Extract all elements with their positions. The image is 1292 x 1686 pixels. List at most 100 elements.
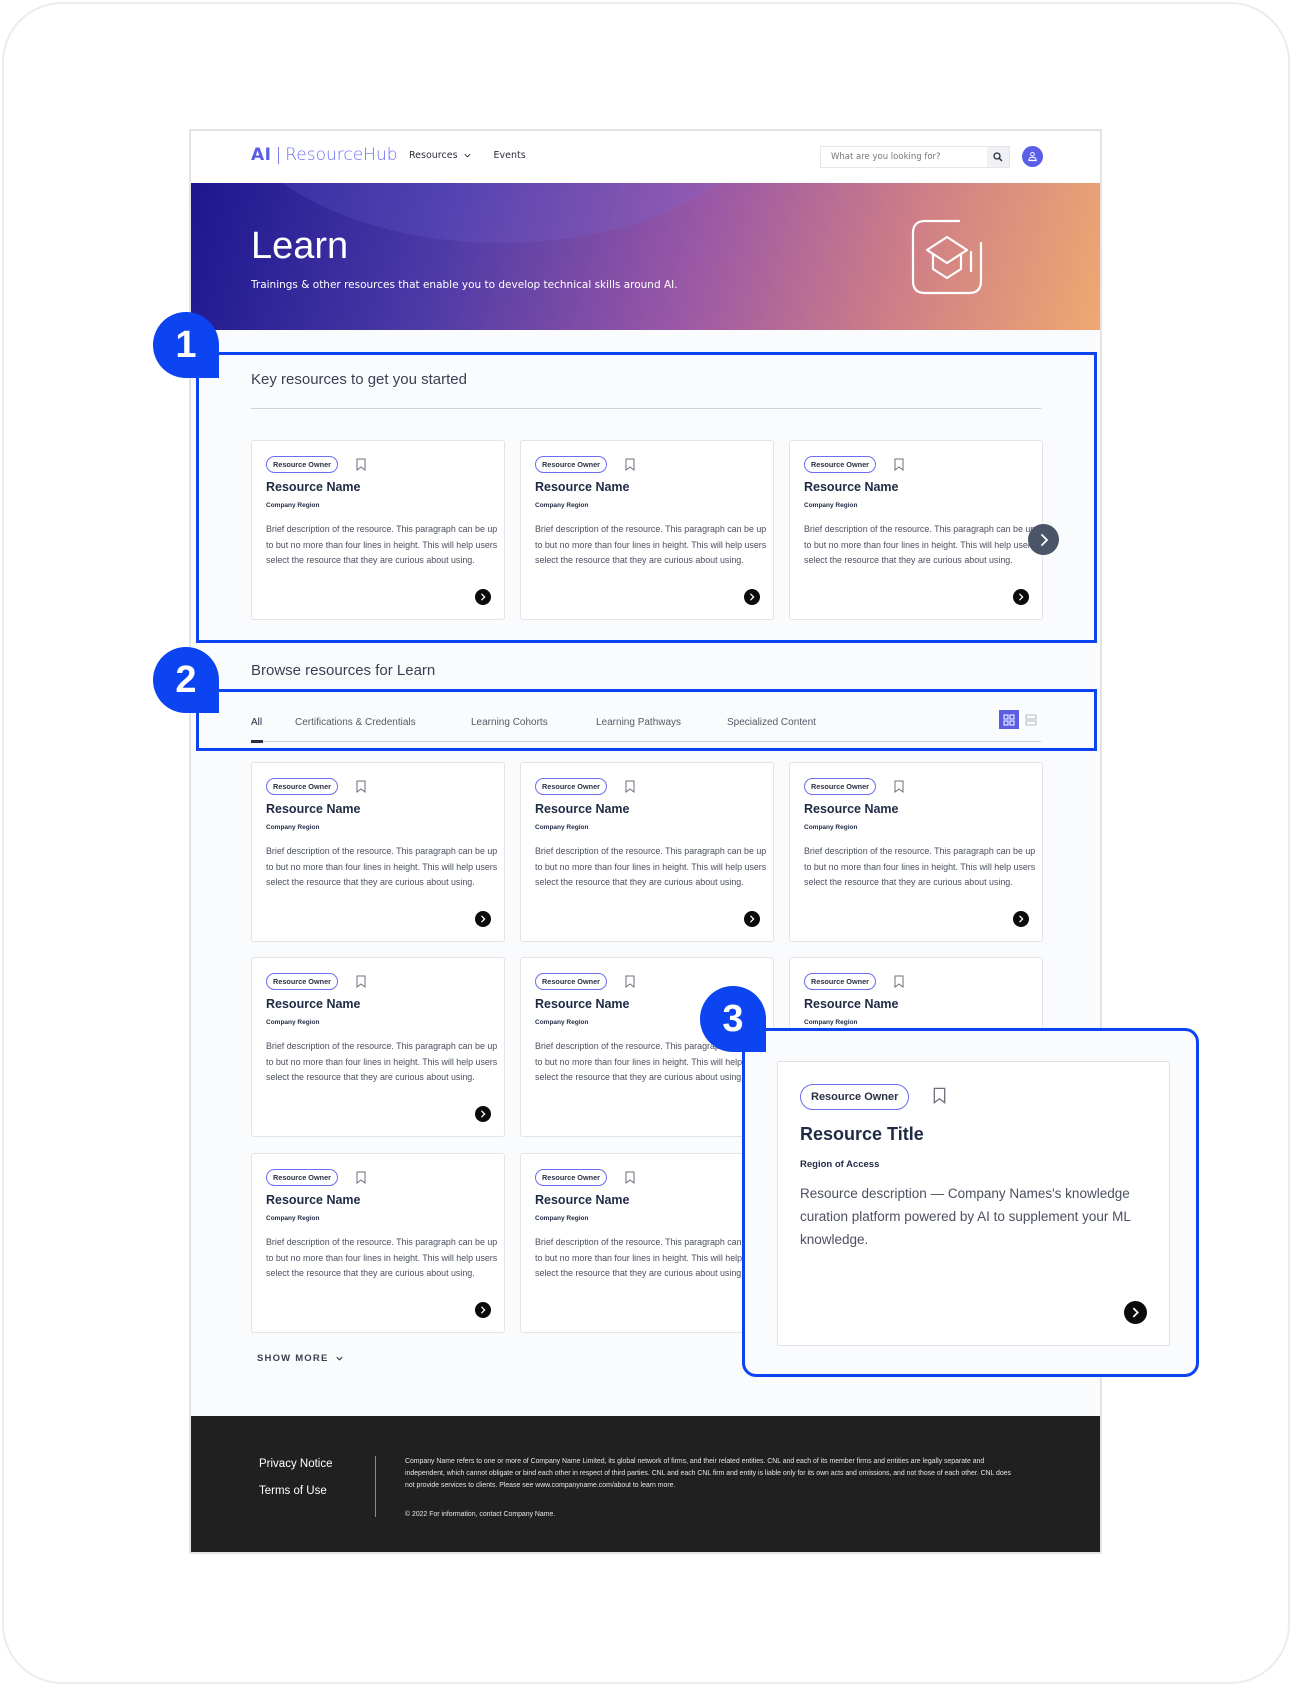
resource-owner-tag[interactable]: Resource Owner (535, 1169, 607, 1186)
footer: Privacy Notice Terms of Use Company Name… (191, 1416, 1100, 1552)
resource-owner-tag[interactable]: Resource Owner (266, 1169, 338, 1186)
resource-card[interactable]: Resource Owner Resource Name Company Regio… (520, 1153, 774, 1333)
annotation-badge-2: 2 (153, 647, 219, 713)
logo[interactable]: AI | ResourceHub (251, 145, 398, 165)
resource-name: Resource Name (266, 1193, 361, 1207)
resource-description: Brief description of the resource. This … (535, 1237, 767, 1278)
resource-description: Brief description of the resource. This … (804, 846, 1036, 887)
resource-owner-tag[interactable]: Resource Owner (535, 973, 607, 990)
open-resource-button[interactable] (744, 911, 760, 927)
open-resource-button[interactable] (475, 1302, 491, 1318)
footer-legal-text: Company Name refers to one or more of Co… (405, 1458, 1011, 1489)
open-resource-button[interactable] (1013, 911, 1029, 927)
terms-of-use-link[interactable]: Terms of Use (259, 1485, 333, 1497)
resource-name: Resource Name (535, 802, 630, 816)
chevron-right-icon (750, 915, 755, 923)
open-resource-button[interactable] (475, 911, 491, 927)
resource-owner-tag[interactable]: Resource Owner (800, 1084, 910, 1110)
resource-card[interactable]: Resource Owner Resource Name Company Regio… (251, 957, 505, 1137)
main-nav: Resources Events (409, 150, 526, 161)
search-button[interactable] (987, 147, 1009, 167)
resource-region: Company Region (266, 1019, 320, 1026)
search-input[interactable] (821, 152, 987, 162)
chevron-right-icon (481, 1306, 486, 1314)
chevron-down-icon (335, 1356, 343, 1361)
privacy-notice-link[interactable]: Privacy Notice (259, 1458, 333, 1470)
footer-copyright: © 2022 For information, contact Company … (405, 1511, 556, 1518)
resource-owner-tag[interactable]: Resource Owner (804, 778, 876, 795)
search-icon (993, 152, 1003, 162)
chevron-right-icon (1132, 1307, 1139, 1318)
resource-name: Resource Name (266, 802, 361, 816)
annotation-badge-3: 3 (700, 986, 766, 1052)
annotation-badge-1: 1 (153, 312, 219, 378)
top-header: AI | ResourceHub Resources Events (191, 131, 1100, 183)
nav-events-label: Events (493, 150, 526, 161)
resource-name: Resource Name (804, 997, 899, 1011)
resource-card[interactable]: Resource Owner Resource Name Company Regio… (789, 762, 1043, 942)
resource-name: Resource Name (535, 1193, 630, 1207)
bookmark-icon[interactable] (933, 1087, 946, 1104)
user-icon (1028, 152, 1037, 162)
hero-banner: Learn Trainings & other resources that e… (191, 183, 1100, 330)
bookmark-icon[interactable] (356, 780, 366, 793)
logo-name: ResourceHub (285, 145, 398, 165)
show-more-button[interactable]: SHOW MORE (257, 1353, 344, 1364)
resource-card[interactable]: Resource Owner Resource Name Company Regio… (251, 762, 505, 942)
bookmark-icon[interactable] (356, 1171, 366, 1184)
resource-region: Company Region (535, 824, 589, 831)
search-bar (820, 146, 1010, 168)
resource-owner-tag[interactable]: Resource Owner (266, 973, 338, 990)
browse-title: Browse resources for Learn (251, 662, 436, 679)
page-subtitle: Trainings & other resources that enable … (251, 279, 678, 291)
chevron-right-icon (1019, 915, 1024, 923)
nav-resources[interactable]: Resources (409, 150, 472, 161)
bookmark-icon[interactable] (894, 975, 904, 988)
resource-card[interactable]: Resource Owner Resource Name Company Regio… (251, 1153, 505, 1333)
resource-region: Company Region (266, 1215, 320, 1222)
resource-description: Brief description of the resource. This … (535, 846, 767, 887)
user-avatar[interactable] (1022, 146, 1043, 167)
resource-region: Company Region (804, 1019, 858, 1026)
resource-owner-tag[interactable]: Resource Owner (804, 973, 876, 990)
nav-resources-label: Resources (409, 150, 458, 161)
footer-divider (375, 1456, 376, 1517)
logo-separator: | (275, 145, 282, 165)
resource-name: Resource Name (266, 997, 361, 1011)
page-title: Learn (251, 225, 349, 267)
annotation-callout-3: Resource Owner Resource Title Region of … (742, 1028, 1199, 1377)
resource-region: Region of Access (800, 1159, 880, 1170)
resource-owner-tag[interactable]: Resource Owner (535, 778, 607, 795)
resource-title: Resource Title (800, 1124, 924, 1144)
resource-owner-tag[interactable]: Resource Owner (266, 778, 338, 795)
graduation-cap-icon (911, 219, 983, 295)
resource-region: Company Region (804, 824, 858, 831)
open-resource-button[interactable] (1124, 1301, 1147, 1324)
annotation-box-1 (196, 352, 1097, 643)
bookmark-icon[interactable] (625, 1171, 635, 1184)
resource-description: Brief description of the resource. This … (266, 846, 498, 887)
bookmark-icon[interactable] (625, 975, 635, 988)
nav-events[interactable]: Events (494, 150, 526, 161)
bookmark-icon[interactable] (356, 975, 366, 988)
chevron-right-icon (481, 1110, 486, 1118)
resource-card-detail[interactable]: Resource Owner Resource Title Region of … (777, 1061, 1170, 1346)
resource-card[interactable]: Resource Owner Resource Name Company Regio… (520, 762, 774, 942)
resource-region: Company Region (266, 824, 320, 831)
resource-description: Resource description — Company Names's k… (800, 1186, 1131, 1247)
chevron-right-icon (481, 915, 486, 923)
resource-name: Resource Name (535, 997, 630, 1011)
logo-ai: AI (251, 145, 272, 165)
resource-region: Company Region (535, 1019, 589, 1026)
footer-links: Privacy Notice Terms of Use (259, 1458, 333, 1497)
resource-name: Resource Name (804, 802, 899, 816)
resource-description: Brief description of the resource. This … (266, 1237, 498, 1278)
annotation-box-2 (196, 689, 1097, 751)
open-resource-button[interactable] (475, 1106, 491, 1122)
bookmark-icon[interactable] (894, 780, 904, 793)
chevron-down-icon (464, 153, 471, 158)
bookmark-icon[interactable] (625, 780, 635, 793)
resource-region: Company Region (535, 1215, 589, 1222)
resource-description: Brief description of the resource. This … (266, 1041, 498, 1082)
show-more-label: SHOW MORE (257, 1353, 329, 1364)
